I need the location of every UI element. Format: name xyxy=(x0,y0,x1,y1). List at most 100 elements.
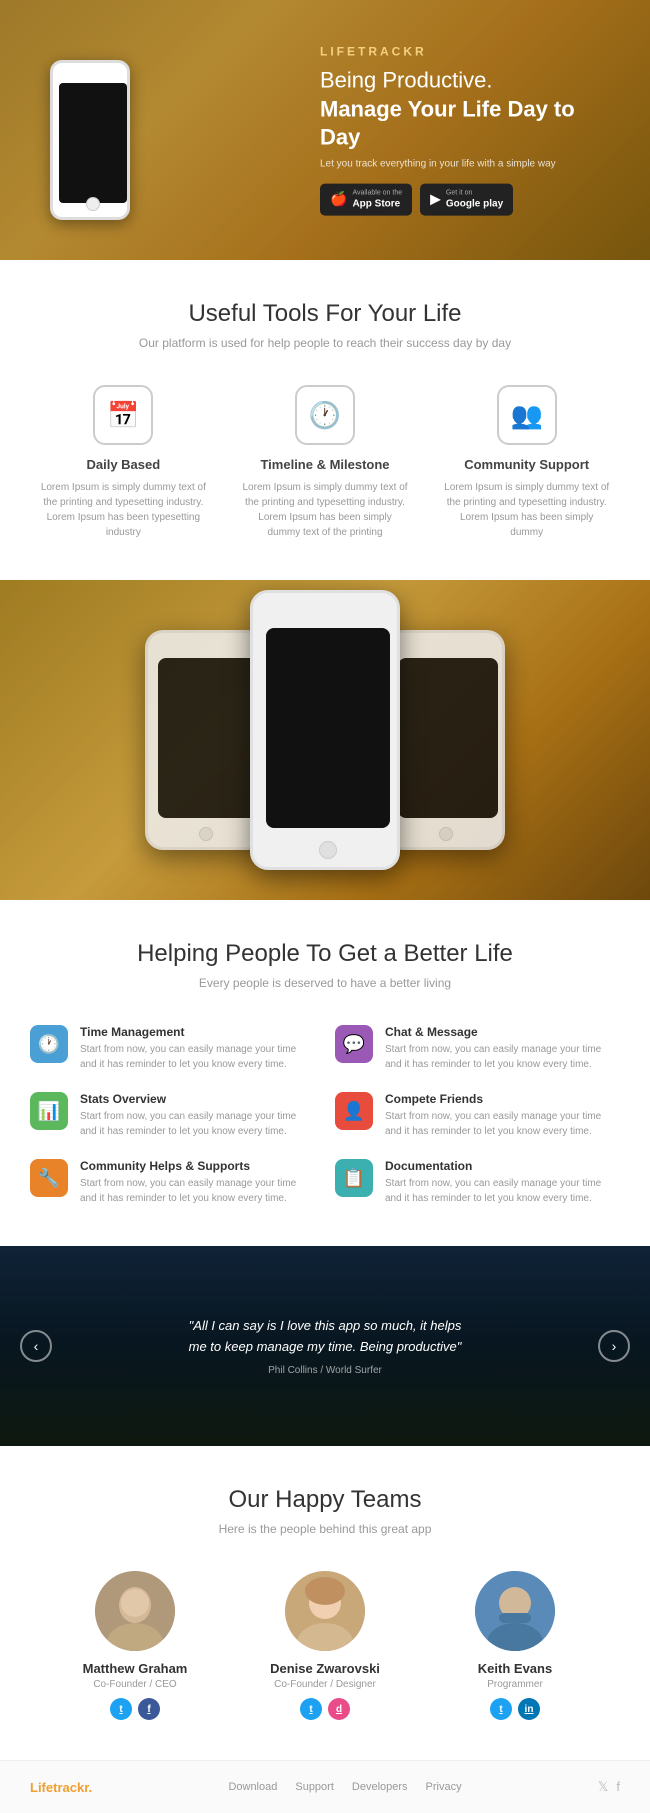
footer-nav-privacy[interactable]: Privacy xyxy=(426,1781,462,1793)
hero-brand: LIFETRACKR xyxy=(320,45,620,59)
compete-friends-icon: 👤 xyxy=(335,1092,373,1130)
team-name-keith: Keith Evans xyxy=(435,1661,595,1676)
helping-item-1: 💬 Chat & Message Start from now, you can… xyxy=(335,1025,620,1072)
keith-linkedin-button[interactable]: in xyxy=(518,1698,540,1720)
phone-left-btn xyxy=(199,827,213,841)
helping-header: Helping People To Get a Better Life Ever… xyxy=(30,940,620,990)
googleplay-button[interactable]: ▶ Get it on Google play xyxy=(420,183,513,215)
phone-right-screen xyxy=(398,658,498,818)
phone-right-btn xyxy=(439,827,453,841)
helping-features-list: 🕐 Time Management Start from now, you ca… xyxy=(30,1025,620,1206)
apple-icon: 🍎 xyxy=(330,191,347,208)
google-play-icon: ▶ xyxy=(430,191,441,208)
helping-content-5: Documentation Start from now, you can ea… xyxy=(385,1159,620,1206)
googleplay-text: Get it on Google play xyxy=(446,188,503,210)
hero-section: LIFETRACKR Being Productive. Manage Your… xyxy=(0,0,650,260)
footer-brand: Lifetrackr. xyxy=(30,1780,92,1795)
phone-right xyxy=(385,630,505,850)
keith-twitter-button[interactable]: t xyxy=(490,1698,512,1720)
helping-feat-desc-5: Start from now, you can easily manage yo… xyxy=(385,1176,620,1206)
phone-left-screen xyxy=(158,658,258,818)
helping-subtitle: Every people is deserved to have a bette… xyxy=(30,976,620,990)
calendar-icon: 📅 xyxy=(93,385,153,445)
footer: Lifetrackr. Download Support Developers … xyxy=(0,1760,650,1813)
testimonial-quote: "All I can say is I love this app so muc… xyxy=(185,1316,465,1358)
helping-feat-desc-4: Start from now, you can easily manage yo… xyxy=(80,1176,315,1206)
phone-center xyxy=(250,590,400,870)
features-grid: 📅 Daily Based Lorem Ipsum is simply dumm… xyxy=(30,385,620,540)
feature-daily-based: 📅 Daily Based Lorem Ipsum is simply dumm… xyxy=(30,385,217,540)
helping-feat-desc-3: Start from now, you can easily manage yo… xyxy=(385,1109,620,1139)
footer-facebook-icon[interactable]: f xyxy=(616,1779,620,1795)
clock-icon: 🕐 xyxy=(295,385,355,445)
team-role-denise: Co-Founder / Designer xyxy=(245,1679,405,1690)
team-subtitle: Here is the people behind this great app xyxy=(30,1522,620,1536)
social-links-keith: t in xyxy=(435,1698,595,1720)
helping-feat-title-1: Chat & Message xyxy=(385,1025,620,1039)
testimonial-next-button[interactable]: › xyxy=(598,1330,630,1362)
social-links-denise: t d xyxy=(245,1698,405,1720)
helping-item-4: 🔧 Community Helps & Supports Start from … xyxy=(30,1159,315,1206)
feature-community: 👥 Community Support Lorem Ipsum is simpl… xyxy=(433,385,620,540)
stats-icon: 📊 xyxy=(30,1092,68,1130)
store-buttons: 🍎 Available on the App Store ▶ Get it on… xyxy=(320,183,620,215)
community-icon: 👥 xyxy=(497,385,557,445)
community-help-icon: 🔧 xyxy=(30,1159,68,1197)
helping-feat-title-0: Time Management xyxy=(80,1025,315,1039)
avatar-matthew xyxy=(95,1571,175,1651)
footer-nav-support[interactable]: Support xyxy=(295,1781,334,1793)
helping-content-0: Time Management Start from now, you can … xyxy=(80,1025,315,1072)
matthew-twitter-button[interactable]: t xyxy=(110,1698,132,1720)
feature-desc-2: Lorem Ipsum is simply dummy text of the … xyxy=(443,480,610,540)
appstore-button[interactable]: 🍎 Available on the App Store xyxy=(320,183,412,215)
helping-item-3: 👤 Compete Friends Start from now, you ca… xyxy=(335,1092,620,1139)
testimonial-prev-button[interactable]: ‹ xyxy=(20,1330,52,1362)
team-role-matthew: Co-Founder / CEO xyxy=(55,1679,215,1690)
time-management-icon: 🕐 xyxy=(30,1025,68,1063)
helping-feat-desc-0: Start from now, you can easily manage yo… xyxy=(80,1042,315,1072)
feature-desc-1: Lorem Ipsum is simply dummy text of the … xyxy=(242,480,409,540)
helping-feat-desc-2: Start from now, you can easily manage yo… xyxy=(80,1109,315,1139)
denise-twitter-button[interactable]: t xyxy=(300,1698,322,1720)
hero-text-block: LIFETRACKR Being Productive. Manage Your… xyxy=(320,45,620,216)
hero-phone-illustration xyxy=(30,50,160,260)
phone-center-btn xyxy=(319,841,337,859)
social-links-matthew: t f xyxy=(55,1698,215,1720)
phone-center-screen xyxy=(266,628,390,828)
phones-showcase-section xyxy=(0,580,650,900)
helping-feat-title-4: Community Helps & Supports xyxy=(80,1159,315,1173)
footer-social: 𝕏 f xyxy=(598,1779,620,1795)
phones-container xyxy=(145,590,505,890)
team-member-denise: Denise Zwarovski Co-Founder / Designer t… xyxy=(245,1571,405,1720)
appstore-text: Available on the App Store xyxy=(352,188,402,210)
features-subtitle: Our platform is used for help people to … xyxy=(30,336,620,350)
features-title: Useful Tools For Your Life xyxy=(30,300,620,328)
helping-content-3: Compete Friends Start from now, you can … xyxy=(385,1092,620,1139)
helping-feat-title-5: Documentation xyxy=(385,1159,620,1173)
testimonial-section: ‹ "All I can say is I love this app so m… xyxy=(0,1246,650,1446)
helping-feat-title-2: Stats Overview xyxy=(80,1092,315,1106)
avatar-keith xyxy=(475,1571,555,1651)
feature-title-1: Timeline & Milestone xyxy=(242,457,409,472)
feature-desc-0: Lorem Ipsum is simply dummy text of the … xyxy=(40,480,207,540)
team-name-denise: Denise Zwarovski xyxy=(245,1661,405,1676)
matthew-facebook-button[interactable]: f xyxy=(138,1698,160,1720)
feature-title-0: Daily Based xyxy=(40,457,207,472)
footer-nav: Download Support Developers Privacy xyxy=(228,1781,461,1793)
team-member-keith: Keith Evans Programmer t in xyxy=(435,1571,595,1720)
footer-nav-download[interactable]: Download xyxy=(228,1781,277,1793)
team-member-matthew: Matthew Graham Co-Founder / CEO t f xyxy=(55,1571,215,1720)
helping-feat-title-3: Compete Friends xyxy=(385,1092,620,1106)
team-section: Our Happy Teams Here is the people behin… xyxy=(0,1446,650,1760)
chevron-left-icon: ‹ xyxy=(34,1338,39,1354)
footer-nav-developers[interactable]: Developers xyxy=(352,1781,408,1793)
helping-title: Helping People To Get a Better Life xyxy=(30,940,620,968)
testimonial-content: "All I can say is I love this app so muc… xyxy=(125,1316,525,1377)
phone-left xyxy=(145,630,265,850)
footer-twitter-icon[interactable]: 𝕏 xyxy=(598,1779,608,1795)
testimonial-author: Phil Collins / World Surfer xyxy=(185,1365,465,1376)
helping-item-5: 📋 Documentation Start from now, you can … xyxy=(335,1159,620,1206)
chevron-right-icon: › xyxy=(612,1338,617,1354)
denise-dribbble-button[interactable]: d xyxy=(328,1698,350,1720)
documentation-icon: 📋 xyxy=(335,1159,373,1197)
